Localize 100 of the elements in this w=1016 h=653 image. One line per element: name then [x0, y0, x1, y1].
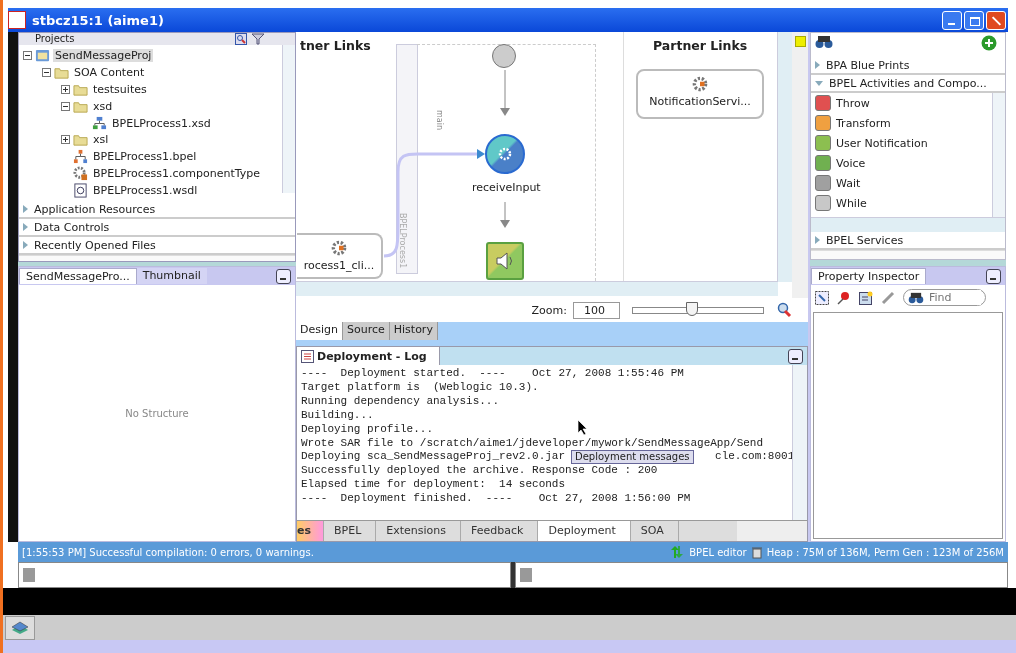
wsdl-file-icon	[73, 183, 88, 199]
folder-icon	[73, 132, 88, 148]
scrollbar[interactable]	[811, 217, 1005, 232]
window-title: stbcz15:1 (aime1)	[32, 12, 164, 28]
pencil-icon[interactable]	[881, 290, 895, 305]
palette-item[interactable]: Voice	[811, 153, 992, 173]
notification-activity[interactable]	[486, 242, 524, 280]
panel-tab[interactable]: Deployment - Log	[297, 347, 440, 365]
minimize-button[interactable]	[788, 348, 803, 364]
expand-toggle[interactable]	[61, 135, 70, 145]
swimlane-heading: tner Links	[300, 38, 371, 53]
activity-label: receiveInput	[472, 181, 541, 194]
palette-item[interactable]: User Notification	[811, 133, 992, 153]
mouse-cursor-icon	[578, 420, 588, 435]
gear-icon	[330, 239, 348, 257]
zoom-label: Zoom:	[531, 303, 567, 317]
expand-toggle[interactable]	[61, 84, 70, 94]
log-line: Deploying sca_SendMessageProj_rev2.0.jar	[301, 450, 566, 465]
app-logo-icon	[8, 11, 26, 29]
log-tab[interactable]: SOA	[630, 521, 679, 541]
taskbar-button[interactable]	[5, 615, 35, 640]
log-tab[interactable]: es	[297, 521, 324, 541]
arrows-icon	[670, 545, 685, 559]
log-tab[interactable]: Extensions	[376, 521, 461, 541]
scrollbar[interactable]	[992, 93, 1005, 217]
receive-activity[interactable]	[485, 134, 525, 174]
scrollbar[interactable]	[777, 32, 792, 282]
gear-icon	[497, 146, 513, 162]
editor-tab[interactable]: History	[389, 322, 438, 340]
panel-tab[interactable]: Property Inspector	[811, 268, 927, 284]
log-tab[interactable]: BPEL	[324, 521, 377, 541]
connector-arrow	[500, 69, 510, 116]
project-icon	[35, 47, 50, 63]
log-line: Target platform is (Weblogic 10.3).	[301, 380, 539, 395]
hierarchy-icon	[92, 115, 107, 131]
empty-message: No Structure	[125, 407, 189, 419]
connector-arrow	[500, 201, 510, 228]
scrollbar[interactable]	[296, 281, 778, 296]
scrollbar[interactable]	[282, 45, 295, 193]
scrollbar[interactable]	[3, 640, 1016, 653]
editor-tab[interactable]: Design	[296, 322, 343, 340]
gear-icon	[691, 75, 709, 93]
select-icon[interactable]	[815, 290, 829, 305]
binoculars-icon[interactable]	[815, 35, 833, 49]
expand-toggle[interactable]	[61, 101, 70, 111]
log-line: Running dependency analysis...	[301, 394, 500, 409]
handle-icon	[520, 568, 532, 582]
minimize-button[interactable]	[986, 268, 1001, 284]
tree-item[interactable]: BPELProcess1.xsd	[110, 116, 213, 130]
restore-button[interactable]	[964, 10, 984, 30]
tooltip: Deployment messages	[571, 450, 694, 464]
expand-toggle[interactable]	[42, 67, 51, 77]
tree-item[interactable]: testsuites	[91, 82, 149, 96]
partner-link-node[interactable]: NotificationServi...	[636, 69, 764, 119]
panel-tab[interactable]: Thumbnail	[136, 268, 207, 284]
zoom-field[interactable]: 100	[573, 301, 620, 319]
log-line: Wrote SAR file to /scratch/aime1/jdeveloper/mywork/SendMessageApp/Send	[301, 436, 764, 451]
log-line: cle.com:8001	[715, 450, 795, 465]
editor-name: BPEL editor	[689, 546, 747, 558]
log-tab[interactable]: Deployment	[538, 521, 631, 541]
status-message: [1:55:53 PM] Successful compilation: 0 errors, 0 warnings.	[22, 546, 314, 558]
tree-item[interactable]: SOA Content	[72, 65, 147, 79]
scope-label: main	[435, 110, 444, 130]
expand-toggle[interactable]	[23, 50, 32, 60]
close-button[interactable]	[986, 10, 1006, 30]
tree-item[interactable]: xsd	[91, 99, 115, 113]
trash-icon[interactable]	[751, 545, 762, 559]
tree-item[interactable]: BPELProcess1.wsdl	[91, 184, 200, 198]
process-label: BPELProcess1	[398, 213, 407, 269]
start-node	[492, 44, 516, 68]
slider-thumb[interactable]	[685, 301, 698, 316]
palette-item[interactable]: Transform	[811, 113, 992, 133]
log-line: ---- Deployment started. ---- Oct 27, 2008 1:55:46 PM	[301, 367, 684, 381]
editor-tab[interactable]: Source	[343, 322, 390, 340]
log-line: Deploying profile...	[301, 422, 434, 437]
pin-icon[interactable]	[837, 290, 851, 305]
edit-icon[interactable]	[859, 290, 873, 305]
minimize-button[interactable]	[276, 268, 291, 284]
warning-marker	[795, 36, 806, 47]
palette-item[interactable]: Wait	[811, 173, 992, 193]
stack-icon	[11, 620, 29, 635]
binoculars-icon	[908, 291, 924, 304]
tree-item[interactable]: BPELProcess1.componentType	[91, 167, 262, 181]
partner-link-node[interactable]: rocess1_cli...	[297, 233, 383, 279]
tree-item[interactable]: xsl	[91, 133, 111, 147]
add-icon[interactable]	[981, 35, 997, 51]
log-icon	[301, 349, 314, 363]
log-line: Elapsed time for deployment: 14 seconds	[301, 478, 566, 493]
gear-icon	[73, 166, 88, 182]
scrollbar[interactable]	[792, 365, 807, 520]
log-line: Successfully deployed the archive. Response Code : 200	[301, 464, 658, 479]
tree-item[interactable]: BPELProcess1.bpel	[91, 150, 199, 164]
palette-item[interactable]: Throw	[811, 93, 992, 113]
palette-item[interactable]: While	[811, 193, 992, 213]
search-icon[interactable]	[235, 33, 247, 45]
panel-tab[interactable]: SendMessagePro...	[19, 268, 137, 284]
tree-item[interactable]: SendMessageProj	[53, 48, 154, 62]
log-line: ---- Deployment finished. ---- Oct 27, 2008 1:56:00 PM	[301, 492, 691, 507]
swimlane-heading: Partner Links	[653, 38, 748, 53]
zoom-icon[interactable]	[776, 302, 792, 318]
